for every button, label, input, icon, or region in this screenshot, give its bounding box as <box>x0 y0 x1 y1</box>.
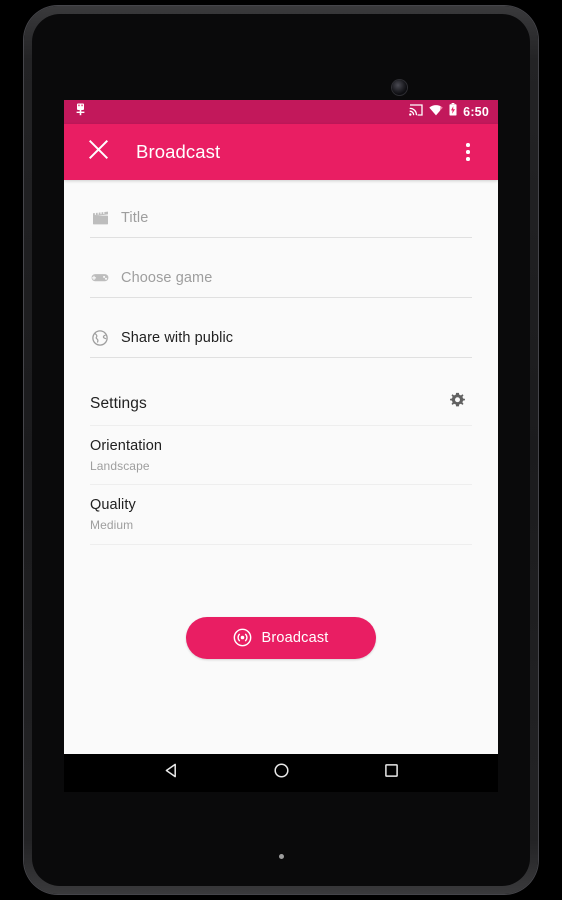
status-bar[interactable]: 6:50 <box>64 100 498 124</box>
quality-label: Quality <box>90 497 136 514</box>
gear-icon <box>448 392 467 416</box>
android-nav-bar <box>64 754 498 792</box>
orientation-label: Orientation <box>90 438 163 454</box>
setting-row-quality[interactable]: Quality Medium <box>90 485 472 545</box>
close-icon <box>88 139 109 165</box>
broadcast-button[interactable]: Broadcast <box>186 616 376 659</box>
broadcast-icon <box>233 628 252 647</box>
nav-back-button[interactable] <box>149 754 193 792</box>
status-bar-notifications <box>75 103 409 121</box>
phone-screen: 6:50 Broadcast Title Choose game Share w… <box>64 100 498 792</box>
title-input-row[interactable]: Title <box>90 198 472 238</box>
home-circle-icon <box>273 762 290 784</box>
more-vert-icon <box>466 143 470 161</box>
main-content: Title Choose game Share with public Sett… <box>64 180 498 754</box>
app-bar: Broadcast <box>64 124 498 180</box>
title-input-placeholder: Title <box>121 209 149 226</box>
settings-header: Settings <box>90 382 472 426</box>
back-triangle-icon <box>163 762 180 784</box>
nav-recents-button[interactable] <box>369 754 413 792</box>
choose-game-placeholder: Choose game <box>121 269 213 286</box>
recents-square-icon <box>383 762 400 784</box>
share-visibility-row[interactable]: Share with public <box>90 318 472 358</box>
page-title: Broadcast <box>136 141 221 162</box>
notification-led <box>279 854 284 859</box>
nav-home-button[interactable] <box>259 754 303 792</box>
status-bar-clock: 6:50 <box>463 104 489 119</box>
wifi-icon <box>429 103 443 121</box>
quality-value: Medium <box>90 517 134 532</box>
broadcast-button-label: Broadcast <box>261 629 329 646</box>
choose-game-row[interactable]: Choose game <box>90 258 472 298</box>
share-visibility-value: Share with public <box>121 329 234 346</box>
close-button[interactable] <box>78 132 118 172</box>
battery-charging-icon <box>449 103 457 121</box>
settings-gear-button[interactable] <box>442 389 472 419</box>
gamepad-icon <box>90 268 110 288</box>
movie-clapper-icon <box>90 208 110 228</box>
orientation-value: Landscape <box>90 458 150 473</box>
front-camera-icon <box>392 80 407 95</box>
broadcast-action-area: Broadcast <box>64 616 498 659</box>
app-notification-icon <box>75 103 86 121</box>
globe-icon <box>90 328 110 348</box>
overflow-menu-button[interactable] <box>448 130 488 174</box>
settings-section-label: Settings <box>90 394 147 412</box>
setting-row-orientation[interactable]: Orientation Landscape <box>90 426 472 486</box>
status-bar-system-icons: 6:50 <box>409 103 489 121</box>
cast-screen-icon <box>409 103 423 121</box>
